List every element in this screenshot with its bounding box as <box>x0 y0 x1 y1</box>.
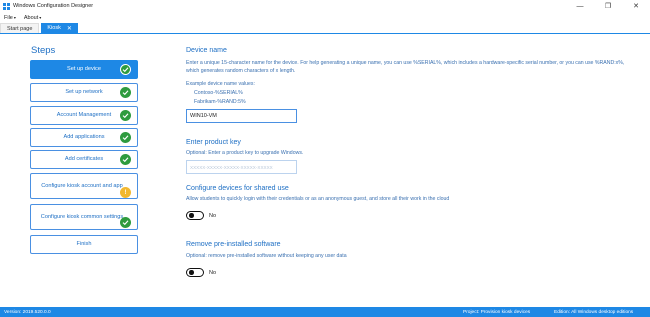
check-icon <box>120 217 131 228</box>
device-name-description: Enter a unique 15-character name for the… <box>186 60 625 74</box>
device-name-input[interactable]: WIN10-VM <box>186 109 297 123</box>
tab-start-page-label: Start page <box>7 25 33 32</box>
toggle-knob <box>189 213 194 218</box>
menu-about[interactable]: About ▾ <box>20 15 45 21</box>
edition-text: Edition: All Windows desktop editions <box>554 309 634 315</box>
menu-file[interactable]: File ▾ <box>0 15 20 21</box>
preinstalled-description: Optional: remove pre-installed software … <box>186 253 347 259</box>
shared-use-toggle-label: No <box>209 212 217 219</box>
chevron-down-icon: ▾ <box>13 15 16 20</box>
step-label: Add applications <box>63 134 105 140</box>
maximize-button[interactable]: ❐ <box>594 0 622 12</box>
close-icon[interactable]: ✕ <box>67 25 72 32</box>
tab-kiosk-label: Kiosk <box>47 25 61 31</box>
preinstalled-toggle-label: No <box>209 269 217 276</box>
product-key-heading: Enter product key <box>186 139 241 146</box>
step-account-management[interactable]: Account Management <box>30 106 138 125</box>
example-serial: Contoso-%SERIAL% <box>194 90 243 96</box>
window-controls: — ❐ ✕ <box>566 0 650 12</box>
version-text: Version: 2019.520.0.0 <box>4 309 51 315</box>
window-title: Windows Configuration Designer <box>13 3 94 9</box>
device-name-heading: Device name <box>186 47 227 54</box>
shared-use-heading: Configure devices for shared use <box>186 185 289 192</box>
check-icon <box>120 64 131 75</box>
product-key-description: Optional: Enter a product key to upgrade… <box>186 150 304 156</box>
step-label: Add certificates <box>64 156 104 162</box>
step-add-certificates[interactable]: Add certificates <box>30 150 138 169</box>
preinstalled-heading: Remove pre-installed software <box>186 241 281 248</box>
step-label: Configure kiosk account and app <box>41 182 123 189</box>
check-icon <box>120 87 131 98</box>
tab-kiosk[interactable]: Kiosk ✕ <box>41 23 78 33</box>
minimize-button[interactable]: — <box>566 0 594 12</box>
project-text: Project: Provision kiosk devices <box>463 309 531 315</box>
close-window-button[interactable]: ✕ <box>622 0 650 12</box>
step-add-applications[interactable]: Add applications <box>30 128 138 147</box>
warning-icon: ! <box>120 187 131 198</box>
steps-heading: Steps <box>31 45 56 56</box>
step-set-up-device[interactable]: Set up device <box>30 60 138 79</box>
tab-strip: Start page Kiosk ✕ <box>0 23 650 34</box>
step-configure-kiosk-common-settings[interactable]: Configure kiosk common settings <box>30 204 138 230</box>
preinstalled-toggle[interactable] <box>186 268 204 277</box>
step-finish[interactable]: Finish <box>30 235 138 254</box>
tab-start-page[interactable]: Start page <box>0 23 40 33</box>
main-content: Device name Enter a unique 15-character … <box>186 44 636 277</box>
menu-file-label: File <box>4 14 13 21</box>
shared-use-description: Allow students to quickly login with the… <box>186 196 450 202</box>
menu-about-label: About <box>23 14 39 21</box>
examples-label: Example device name values: <box>186 81 255 87</box>
product-key-input[interactable]: XXXXX-XXXXX-XXXXX-XXXXX-XXXXX <box>186 160 297 174</box>
menu-bar: File ▾ About ▾ <box>0 12 650 23</box>
toggle-knob <box>189 270 194 275</box>
status-bar: Version: 2019.520.0.0 Project: Provision… <box>0 307 650 317</box>
shared-use-toggle[interactable] <box>186 211 204 220</box>
check-icon <box>120 154 131 165</box>
chevron-down-icon: ▾ <box>39 15 42 20</box>
shared-use-toggle-row: No <box>186 211 636 220</box>
step-configure-kiosk-account[interactable]: Configure kiosk account and app ! <box>30 173 138 199</box>
check-icon <box>120 110 131 121</box>
title-bar: Windows Configuration Designer — ❐ ✕ <box>0 0 650 12</box>
check-icon <box>120 132 131 143</box>
step-label: Account Management <box>56 112 112 118</box>
preinstalled-toggle-row: No <box>186 268 636 277</box>
step-set-up-network[interactable]: Set up network <box>30 83 138 102</box>
step-label: Set up device <box>67 66 101 72</box>
app-icon <box>3 2 10 10</box>
step-label: Finish <box>76 241 92 247</box>
example-rand: Fabrikam-%RAND:5% <box>194 99 246 105</box>
step-label: Configure kiosk common settings <box>40 213 124 220</box>
step-label: Set up network <box>65 89 103 95</box>
